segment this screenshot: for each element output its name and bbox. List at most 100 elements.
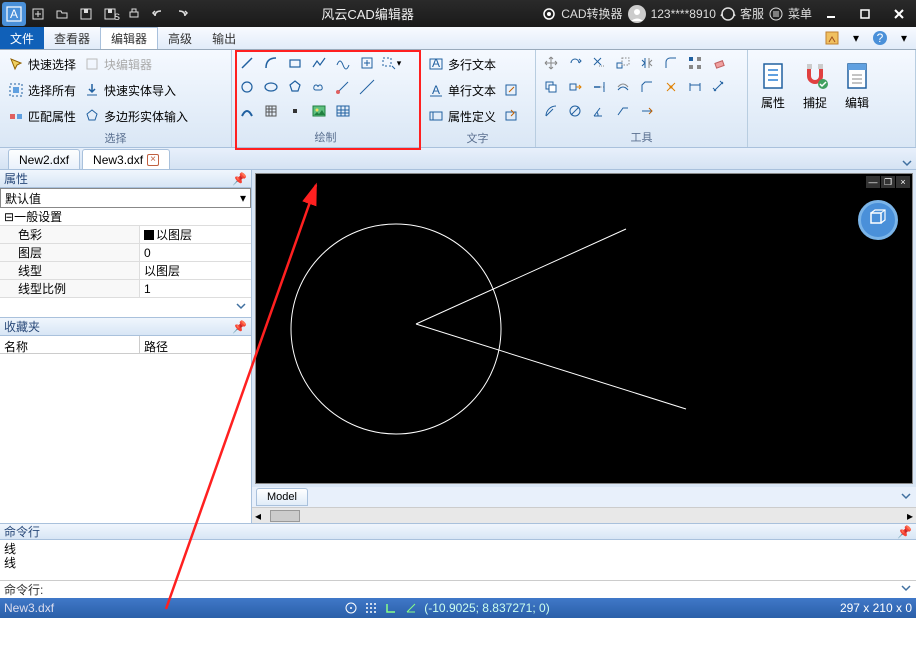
array-icon[interactable]	[684, 52, 706, 74]
block-editor-button[interactable]: 块编辑器	[80, 52, 156, 76]
dim-radius-icon[interactable]	[540, 100, 562, 122]
move-icon[interactable]	[540, 52, 562, 74]
arc-icon[interactable]	[260, 52, 282, 74]
pin-icon[interactable]: 📌	[232, 172, 247, 186]
ray-icon[interactable]	[332, 76, 354, 98]
status-grid-icon[interactable]	[364, 601, 378, 615]
cloud-icon[interactable]	[308, 76, 330, 98]
dim-align-icon[interactable]	[708, 76, 730, 98]
support-icon[interactable]	[720, 6, 736, 22]
att-edit-icon[interactable]	[500, 105, 522, 127]
save-icon[interactable]	[75, 3, 97, 25]
xline-icon[interactable]	[356, 76, 378, 98]
fillet-icon[interactable]	[660, 52, 682, 74]
prop-row-layer[interactable]: 图层0	[0, 244, 251, 262]
tabs-chevron-icon[interactable]	[898, 157, 916, 169]
cmd-chevron-icon[interactable]	[900, 582, 912, 597]
redo-icon[interactable]	[171, 3, 193, 25]
rect-icon[interactable]	[284, 52, 306, 74]
model-chevron-icon[interactable]	[900, 490, 912, 505]
pin-icon[interactable]: 📌	[897, 525, 912, 539]
prop-row-linetype[interactable]: 线型以图层	[0, 262, 251, 280]
print-icon[interactable]	[123, 3, 145, 25]
minimize-icon[interactable]	[817, 3, 845, 25]
cmd-input[interactable]	[47, 584, 900, 596]
scroll-right-icon[interactable]: ▸	[904, 509, 916, 523]
status-ico1-icon[interactable]	[344, 601, 358, 615]
spline-icon[interactable]	[332, 52, 354, 74]
offset-icon[interactable]	[612, 76, 634, 98]
pin-icon[interactable]: 📌	[232, 320, 247, 334]
open-icon[interactable]	[51, 3, 73, 25]
match-props-button[interactable]: 匹配属性	[4, 104, 80, 128]
properties-button[interactable]: 属性	[752, 56, 794, 115]
drawing-canvas[interactable]: — ❐ ×	[255, 173, 913, 484]
dropdown-icon[interactable]: ▾	[844, 27, 868, 49]
block-dd-icon[interactable]: ▾	[380, 52, 402, 74]
scroll-thumb[interactable]	[270, 510, 300, 522]
stext-button[interactable]: A单行文本	[424, 78, 500, 102]
dim-linear-icon[interactable]	[684, 76, 706, 98]
prop-row-color[interactable]: 色彩以图层	[0, 226, 251, 244]
leader-icon[interactable]	[612, 100, 634, 122]
snap-button[interactable]: 捕捉	[794, 56, 836, 115]
menu-editor[interactable]: 编辑器	[100, 27, 158, 49]
line-icon[interactable]	[236, 52, 258, 74]
menu-output[interactable]: 输出	[202, 27, 246, 49]
fav-col-name[interactable]: 名称	[0, 336, 140, 353]
tab-close-icon[interactable]: ×	[147, 154, 159, 166]
quick-import-button[interactable]: 快速实体导入	[80, 78, 180, 102]
scale-icon[interactable]	[612, 52, 634, 74]
menu-icon[interactable]	[768, 6, 784, 22]
text-edit-icon[interactable]	[500, 79, 522, 101]
edit-button[interactable]: 编辑	[836, 56, 878, 115]
props-general-header[interactable]: ⊟ 一般设置	[0, 208, 251, 226]
trim-icon[interactable]	[588, 52, 610, 74]
menu-advanced[interactable]: 高级	[158, 27, 202, 49]
insert-icon[interactable]	[356, 52, 378, 74]
user-icon[interactable]	[627, 4, 647, 24]
polygon-draw-icon[interactable]	[284, 76, 306, 98]
trace-icon[interactable]	[236, 100, 258, 122]
circle-icon[interactable]	[236, 76, 258, 98]
image-icon[interactable]	[308, 100, 330, 122]
table-icon[interactable]	[332, 100, 354, 122]
maximize-icon[interactable]	[851, 3, 879, 25]
convert-label[interactable]: CAD转换器	[561, 5, 622, 22]
menu-label[interactable]: 菜单	[788, 5, 812, 22]
select-all-button[interactable]: 选择所有	[4, 78, 80, 102]
stretch-icon[interactable]	[564, 76, 586, 98]
point-icon[interactable]	[284, 100, 306, 122]
fav-col-path[interactable]: 路径	[140, 336, 172, 353]
model-tab[interactable]: Model	[256, 488, 308, 506]
polygon-input-button[interactable]: 多边形实体输入	[80, 104, 192, 128]
copy-icon[interactable]	[540, 76, 562, 98]
menu-file[interactable]: 文件	[0, 27, 44, 49]
quick-select-button[interactable]: 快速选择	[4, 52, 80, 76]
explode-icon[interactable]	[660, 76, 682, 98]
props-chevron-icon[interactable]	[235, 300, 247, 315]
new-icon[interactable]	[27, 3, 49, 25]
convert-icon[interactable]	[541, 6, 557, 22]
dim-angle-icon[interactable]	[588, 100, 610, 122]
prop-row-lscale[interactable]: 线型比例1	[0, 280, 251, 298]
status-ortho-icon[interactable]	[384, 601, 398, 615]
menu-viewer[interactable]: 查看器	[44, 27, 100, 49]
help-icon[interactable]: ?	[868, 27, 892, 49]
extend-icon[interactable]	[588, 76, 610, 98]
dim-diameter-icon[interactable]	[564, 100, 586, 122]
status-polar-icon[interactable]	[404, 601, 418, 615]
attdef-button[interactable]: 属性定义	[424, 104, 500, 128]
tab-new2[interactable]: New2.dxf	[8, 149, 80, 169]
mtext-button[interactable]: A多行文本	[424, 52, 522, 76]
support-label[interactable]: 客服	[740, 5, 764, 22]
ellipse-icon[interactable]	[260, 76, 282, 98]
chamfer-icon[interactable]	[636, 76, 658, 98]
rotate-icon[interactable]	[564, 52, 586, 74]
dim-edit-icon[interactable]	[636, 100, 658, 122]
scroll-left-icon[interactable]: ◂	[252, 509, 264, 523]
erase-icon[interactable]	[708, 52, 730, 74]
undo-icon[interactable]	[147, 3, 169, 25]
polyline-icon[interactable]	[308, 52, 330, 74]
mirror-icon[interactable]	[636, 52, 658, 74]
